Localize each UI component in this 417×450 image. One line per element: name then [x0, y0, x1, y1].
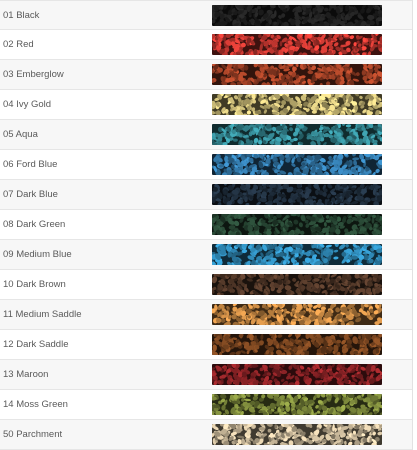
- color-row: 07 Dark Blue: [0, 180, 412, 210]
- color-swatch-image: [212, 364, 382, 385]
- carpet-texture: [212, 214, 382, 235]
- color-swatch-image: [212, 424, 382, 445]
- color-swatch-image: [212, 394, 382, 415]
- carpet-texture: [212, 34, 382, 55]
- color-swatch-image: [212, 184, 382, 205]
- carpet-texture: [212, 334, 382, 355]
- color-label: 12 Dark Saddle: [3, 339, 69, 350]
- color-label: 14 Moss Green: [3, 399, 68, 410]
- color-label: 09 Medium Blue: [3, 249, 72, 260]
- color-swatch-image: [212, 304, 382, 325]
- color-swatch-image: [212, 34, 382, 55]
- carpet-texture: [212, 424, 382, 445]
- color-swatch-image: [212, 5, 382, 26]
- carpet-texture: [212, 244, 382, 265]
- carpet-texture: [212, 154, 382, 175]
- carpet-texture: [212, 274, 382, 295]
- color-row: 14 Moss Green: [0, 390, 412, 420]
- color-row: 02 Red: [0, 30, 412, 60]
- color-row: 09 Medium Blue: [0, 240, 412, 270]
- color-row: 01 Black: [0, 0, 412, 30]
- color-row: 08 Dark Green: [0, 210, 412, 240]
- carpet-texture: [212, 394, 382, 415]
- color-label: 08 Dark Green: [3, 219, 66, 230]
- color-label: 13 Maroon: [3, 369, 49, 380]
- color-row: 03 Emberglow: [0, 60, 412, 90]
- carpet-texture: [212, 184, 382, 205]
- color-row: 05 Aqua: [0, 120, 412, 150]
- color-row: 10 Dark Brown: [0, 270, 412, 300]
- color-swatch-image: [212, 154, 382, 175]
- color-row: 12 Dark Saddle: [0, 330, 412, 360]
- color-swatch-image: [212, 244, 382, 265]
- carpet-texture: [212, 304, 382, 325]
- color-label: 05 Aqua: [3, 129, 38, 140]
- color-swatch-image: [212, 124, 382, 145]
- color-swatch-image: [212, 214, 382, 235]
- color-label: 06 Ford Blue: [3, 159, 58, 170]
- color-label: 11 Medium Saddle: [3, 309, 82, 320]
- color-label: 50 Parchment: [3, 429, 63, 440]
- color-swatch-image: [212, 64, 382, 85]
- color-label: 07 Dark Blue: [3, 189, 58, 200]
- color-row: 11 Medium Saddle: [0, 300, 412, 330]
- color-swatch-image: [212, 94, 382, 115]
- color-label: 03 Emberglow: [3, 69, 64, 80]
- color-label: 10 Dark Brown: [3, 279, 66, 290]
- color-swatch-image: [212, 274, 382, 295]
- color-row: 50 Parchment: [0, 420, 412, 450]
- carpet-texture: [212, 64, 382, 85]
- carpet-texture: [212, 5, 382, 26]
- carpet-texture: [212, 124, 382, 145]
- color-row: 13 Maroon: [0, 360, 412, 390]
- color-row: 06 Ford Blue: [0, 150, 412, 180]
- color-label: 01 Black: [3, 10, 40, 21]
- carpet-texture: [212, 364, 382, 385]
- color-swatch-table: 01 Black 02 Red 03 Emberglow 04 Ivy Gold 05 …: [0, 0, 413, 450]
- color-row: 04 Ivy Gold: [0, 90, 412, 120]
- carpet-texture: [212, 94, 382, 115]
- color-label: 02 Red: [3, 39, 34, 50]
- color-swatch-image: [212, 334, 382, 355]
- color-label: 04 Ivy Gold: [3, 99, 52, 110]
